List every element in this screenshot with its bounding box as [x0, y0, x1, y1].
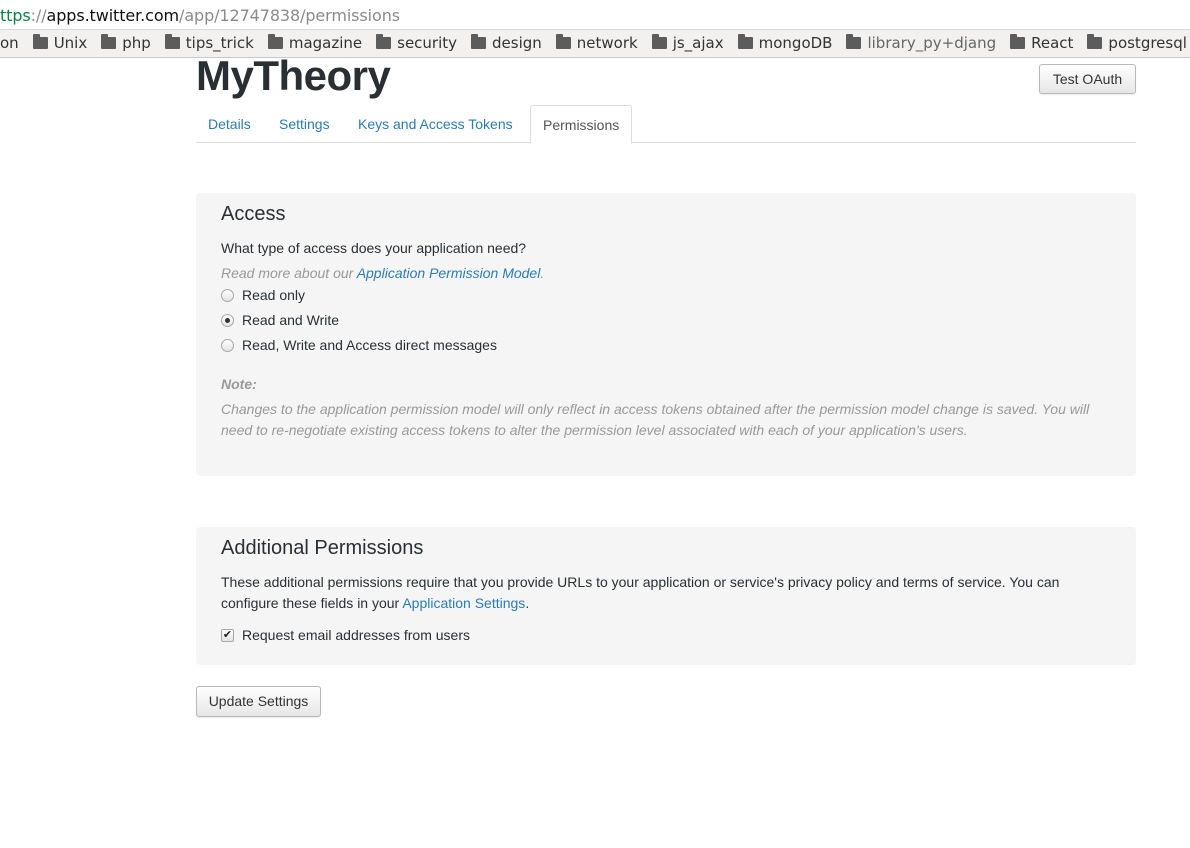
radio-button[interactable] — [221, 338, 234, 352]
read-more-suffix: . — [540, 265, 545, 281]
bookmark-magazine[interactable]: magazine — [267, 34, 363, 52]
update-settings-button[interactable]: Update Settings — [196, 686, 321, 717]
checkbox-label: Request email addresses from users — [242, 627, 470, 643]
url-separator: :// — [30, 6, 47, 25]
bookmark-label: network — [576, 34, 638, 52]
bookmark-label: React — [1031, 34, 1074, 52]
radio-read-write-direct-messages[interactable]: Read, Write and Access direct messages — [221, 337, 497, 353]
tab-bar: Details Settings Keys and Access Tokens … — [196, 105, 1136, 144]
radio-read-only[interactable]: Read only — [221, 287, 305, 303]
bookmark-label: js_ajax — [672, 34, 724, 52]
folder-icon — [101, 34, 117, 49]
bookmark-label: library_py+djang — [867, 34, 997, 52]
radio-label: Read, Write and Access direct messages — [242, 337, 497, 353]
additional-permissions-panel: Additional Permissions These additional … — [196, 527, 1136, 665]
bookmark-label: magazine — [288, 34, 363, 52]
url-host: apps.twitter.com — [46, 6, 180, 25]
bookmark-design[interactable]: design — [471, 34, 542, 52]
bookmarks-bar: on Unix php tips_trick magazine security… — [0, 30, 1190, 58]
folder-icon — [267, 34, 283, 49]
folder-icon — [1010, 34, 1026, 49]
desc-suffix: . — [525, 595, 530, 611]
folder-icon — [471, 34, 487, 49]
folder-icon — [651, 34, 667, 49]
checkbox-checked[interactable]: ✔ — [221, 628, 234, 642]
desc-prefix: configure these fields in your — [221, 595, 403, 611]
tab-permissions[interactable]: Permissions — [530, 105, 633, 144]
bookmark-unix[interactable]: Unix — [32, 34, 88, 52]
folder-icon — [1087, 34, 1103, 49]
bookmark-network[interactable]: network — [555, 34, 638, 52]
folder-icon — [555, 34, 571, 49]
folder-icon — [737, 34, 753, 49]
radio-button[interactable] — [221, 288, 234, 302]
note-line-2: need to re-negotiate existing access tok… — [221, 422, 968, 438]
additional-desc-line-2: configure these fields in your Applicati… — [221, 593, 529, 614]
permission-model-link[interactable]: Application Permission Model — [357, 265, 541, 281]
bookmark-on[interactable]: on — [0, 34, 19, 52]
bookmark-label: on — [0, 34, 19, 52]
bookmark-react[interactable]: React — [1010, 34, 1073, 52]
radio-button-selected[interactable] — [221, 313, 234, 327]
additional-permissions-heading: Additional Permissions — [221, 537, 424, 559]
bookmark-label: php — [122, 34, 151, 52]
bookmark-label: postgresql — [1108, 34, 1187, 52]
folder-icon — [164, 34, 180, 49]
bookmark-js-ajax[interactable]: js_ajax — [651, 34, 724, 52]
bookmark-postgresql[interactable]: postgresql — [1087, 34, 1187, 52]
bookmark-security[interactable]: security — [376, 34, 457, 52]
tab-details[interactable]: Details — [196, 105, 263, 143]
radio-label: Read and Write — [242, 312, 340, 328]
bookmark-label: mongoDB — [758, 34, 833, 52]
address-bar[interactable]: ttps://apps.twitter.com/app/12747838/per… — [0, 0, 1190, 30]
tab-keys-and-access-tokens[interactable]: Keys and Access Tokens — [346, 105, 525, 143]
bookmark-label: tips_trick — [185, 34, 254, 52]
radio-label: Read only — [242, 287, 306, 303]
note-line-1: Changes to the application permission mo… — [221, 401, 1090, 417]
read-more-text: Read more about our Application Permissi… — [221, 263, 544, 284]
bookmark-label: design — [492, 34, 542, 52]
url-text[interactable]: ttps://apps.twitter.com/app/12747838/per… — [0, 6, 400, 25]
application-settings-link[interactable]: Application Settings — [402, 595, 525, 611]
tab-settings[interactable]: Settings — [267, 105, 342, 143]
bookmark-tips-trick[interactable]: tips_trick — [164, 34, 254, 52]
url-scheme: ttps — [0, 6, 31, 25]
bookmark-label: Unix — [53, 34, 88, 52]
test-oauth-button[interactable]: Test OAuth — [1039, 64, 1136, 94]
page-title: MyTheory — [196, 52, 391, 99]
bookmark-mongodb[interactable]: mongoDB — [737, 34, 833, 52]
folder-icon — [846, 34, 862, 49]
folder-icon — [376, 34, 392, 49]
bookmark-library-py-django[interactable]: library_py+djang — [846, 34, 996, 52]
access-question: What type of access does your applicatio… — [221, 240, 527, 256]
read-more-prefix: Read more about our — [221, 265, 357, 281]
request-email-checkbox-row[interactable]: ✔ Request email addresses from users — [221, 627, 470, 643]
folder-icon — [32, 34, 48, 49]
note-label: Note: — [221, 376, 257, 392]
bookmark-label: security — [397, 34, 458, 52]
bookmark-php[interactable]: php — [101, 34, 151, 52]
radio-read-and-write[interactable]: Read and Write — [221, 312, 339, 328]
access-heading: Access — [221, 203, 286, 225]
additional-desc-line-1: These additional permissions require tha… — [221, 574, 1060, 590]
access-panel: Access What type of access does your app… — [196, 193, 1136, 476]
url-path: /app/12747838/permissions — [179, 6, 400, 25]
